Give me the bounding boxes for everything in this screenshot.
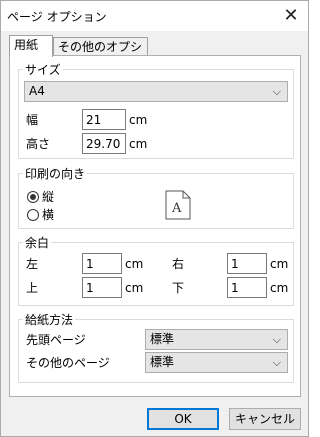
first-page-select[interactable]: 標準 ⌵: [145, 329, 288, 350]
margin-right-input[interactable]: [227, 253, 267, 274]
tab-other-options[interactable]: その他のオプション: [53, 37, 148, 72]
size-group-title: サイズ: [23, 63, 63, 77]
close-icon[interactable]: ✕: [278, 3, 304, 27]
title-bar: ページ オプション ✕: [1, 1, 308, 31]
height-label: 高さ: [26, 137, 51, 151]
tab-paper[interactable]: 用紙: [9, 35, 53, 57]
page-icon: A: [165, 190, 191, 220]
paper-feed-group-title: 給紙方法: [23, 313, 76, 327]
other-pages-select[interactable]: 標準 ⌵: [145, 352, 288, 373]
portrait-label[interactable]: 縦: [42, 190, 54, 204]
width-input[interactable]: [82, 109, 126, 130]
margin-bottom-input[interactable]: [227, 277, 267, 298]
margin-top-unit: cm: [125, 281, 144, 295]
paper-size-value: A4: [29, 84, 45, 98]
margin-right-unit: cm: [270, 257, 289, 271]
margin-top-input[interactable]: [82, 277, 122, 298]
page-icon-letter: A: [171, 201, 182, 216]
margin-bottom-unit: cm: [270, 281, 289, 295]
dialog-title: ページ オプション: [7, 10, 107, 24]
first-page-label: 先頭ページ: [26, 333, 86, 347]
width-unit: cm: [129, 113, 148, 127]
margins-group-title: 余白: [23, 236, 52, 250]
width-label: 幅: [26, 113, 39, 127]
page-options-dialog: ページ オプション ✕ 用紙 その他のオプション サイズ A4 ⌵ 幅 cm 高…: [0, 0, 309, 437]
orientation-group-title: 印刷の向き: [23, 167, 88, 181]
chevron-down-icon: ⌵: [272, 333, 281, 346]
first-page-value: 標準: [150, 332, 175, 346]
margin-left-input[interactable]: [82, 253, 122, 274]
landscape-radio[interactable]: [27, 209, 39, 221]
margin-left-label: 左: [26, 257, 39, 271]
landscape-label[interactable]: 横: [42, 208, 54, 222]
portrait-radio[interactable]: [27, 191, 39, 203]
height-input[interactable]: [82, 133, 126, 154]
height-unit: cm: [129, 137, 148, 151]
chevron-down-icon: ⌵: [272, 356, 281, 369]
chevron-down-icon: ⌵: [272, 85, 281, 98]
margin-bottom-label: 下: [172, 281, 185, 295]
paper-size-select[interactable]: A4 ⌵: [24, 81, 288, 102]
orientation-group: [18, 173, 294, 229]
margin-right-label: 右: [172, 257, 185, 271]
other-pages-label: その他のページ: [26, 356, 110, 370]
margin-top-label: 上: [26, 281, 39, 295]
ok-button[interactable]: OK: [147, 408, 219, 430]
cancel-button[interactable]: キャンセル: [229, 408, 301, 430]
other-pages-value: 標準: [150, 355, 175, 369]
margin-left-unit: cm: [125, 257, 144, 271]
